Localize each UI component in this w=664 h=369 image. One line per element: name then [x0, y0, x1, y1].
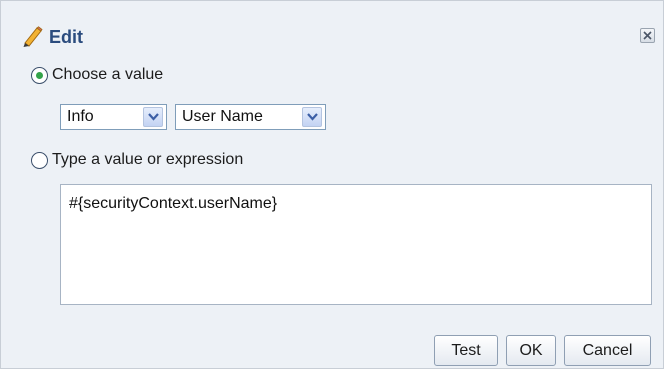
type-value-label: Type a value or expression	[52, 151, 244, 168]
edit-dialog: Edit Choose a value Info User Name Type …	[0, 0, 664, 369]
chevron-down-icon[interactable]	[302, 107, 322, 127]
dialog-titlebar: Edit	[1, 1, 663, 55]
dialog-title: Edit	[49, 27, 83, 47]
category-select-value: Info	[67, 108, 94, 125]
test-button[interactable]: Test	[434, 335, 498, 366]
choose-value-radio[interactable]	[31, 66, 48, 84]
close-button[interactable]	[640, 28, 655, 43]
category-select[interactable]: Info	[60, 104, 167, 130]
type-value-radio[interactable]	[31, 151, 48, 169]
expression-input[interactable]: #{securityContext.userName}	[60, 184, 652, 305]
pencil-icon	[21, 25, 43, 47]
item-select-value: User Name	[182, 108, 263, 125]
item-select[interactable]: User Name	[175, 104, 326, 130]
choose-value-label: Choose a value	[52, 66, 164, 83]
cancel-button[interactable]: Cancel	[564, 335, 651, 366]
type-value-option[interactable]: Type a value or expression	[31, 151, 243, 169]
choose-value-option[interactable]: Choose a value	[31, 66, 163, 84]
ok-button[interactable]: OK	[506, 335, 556, 366]
chevron-down-icon[interactable]	[143, 107, 163, 127]
